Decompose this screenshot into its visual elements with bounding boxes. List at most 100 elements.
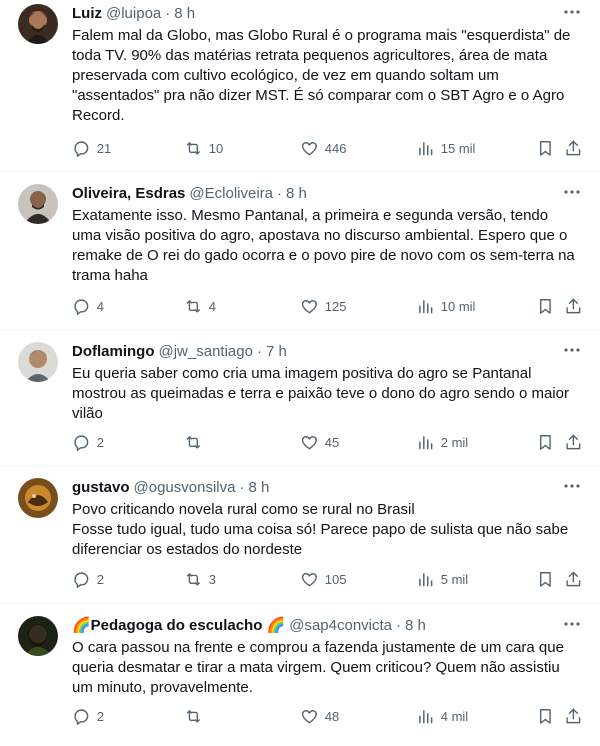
timestamp[interactable]: 8 h [248, 478, 269, 498]
avatar[interactable] [18, 4, 58, 44]
tweet[interactable]: Oliveira, Esdras @Ecloliveira · 8 h Exat… [0, 172, 600, 330]
timestamp[interactable]: 8 h [174, 4, 195, 24]
tweet-text: Exatamente isso. Mesmo Pantanal, a prime… [72, 207, 575, 284]
tweet[interactable]: 🌈Pedagoga do esculacho 🌈 @sap4convicta ·… [0, 604, 600, 746]
more-options-button[interactable] [560, 614, 584, 634]
share-icon [566, 708, 581, 723]
separator-dot: · [165, 5, 171, 22]
bookmark-button[interactable] [536, 433, 555, 452]
retweet-icon [186, 299, 200, 313]
avatar[interactable] [18, 616, 58, 656]
bookmark-button[interactable] [536, 297, 555, 316]
author-name[interactable]: gustavo [72, 478, 130, 498]
more-horizontal-icon [564, 10, 580, 14]
share-icon [566, 434, 581, 449]
heart-icon [301, 299, 317, 313]
author-handle[interactable]: @Ecloliveira [189, 184, 273, 204]
views-count: 15 mil [440, 140, 476, 156]
author-name[interactable]: Luiz [72, 4, 102, 24]
tweet-text: Povo criticando novela rural como se rur… [72, 501, 569, 558]
share-icon [566, 140, 581, 155]
separator-dot: · [239, 479, 245, 496]
more-options-button[interactable] [560, 182, 584, 202]
retweet-button[interactable] [184, 707, 209, 726]
more-options-button[interactable] [560, 340, 584, 360]
more-options-button[interactable] [560, 2, 584, 22]
avatar[interactable] [18, 184, 58, 224]
retweet-button[interactable] [184, 433, 209, 452]
like-count: 125 [324, 298, 347, 314]
bookmark-icon [539, 298, 551, 314]
author-name[interactable]: Oliveira, Esdras [72, 184, 185, 204]
separator-dot: · [256, 343, 262, 360]
share-button[interactable] [564, 707, 583, 726]
reply-button[interactable]: 21 [72, 139, 111, 158]
views-button[interactable]: 4 mil [416, 707, 468, 726]
like-count: 446 [324, 140, 347, 156]
like-button[interactable]: 446 [300, 139, 346, 158]
retweet-button[interactable]: 3 [184, 570, 216, 589]
bookmark-button[interactable] [536, 707, 555, 726]
more-horizontal-icon [564, 348, 580, 352]
reply-button[interactable]: 2 [72, 707, 104, 726]
more-options-button[interactable] [560, 476, 584, 496]
tweet-text: O cara passou na frente e comprou a faze… [72, 639, 564, 696]
tweet[interactable]: gustavo @ogusvonsilva · 8 h Povo critica… [0, 466, 600, 604]
more-horizontal-icon [564, 190, 580, 194]
tweet-header: Luiz @luipoa · 8 h [72, 4, 584, 24]
views-button[interactable]: 2 mil [416, 433, 468, 452]
views-count: 4 mil [440, 708, 469, 724]
tweet[interactable]: Doflamingo @jw_santiago · 7 h Eu queria … [0, 330, 600, 466]
share-button[interactable] [564, 297, 583, 316]
timestamp[interactable]: 8 h [405, 616, 426, 636]
author-handle[interactable]: @sap4convicta [289, 616, 392, 636]
tweet-header: Oliveira, Esdras @Ecloliveira · 8 h [72, 184, 584, 204]
like-count: 105 [324, 571, 347, 587]
author-handle[interactable]: @luipoa [106, 4, 161, 24]
tweet-actions: 4 4 125 10 mil [72, 294, 588, 318]
author-handle[interactable]: @ogusvonsilva [134, 478, 236, 498]
reply-button[interactable]: 4 [72, 297, 104, 316]
like-count: 48 [324, 708, 340, 724]
bookmark-button[interactable] [536, 139, 555, 158]
tweet-text: Eu queria saber como cria uma imagem pos… [72, 365, 569, 422]
like-button[interactable]: 125 [300, 297, 346, 316]
bookmark-icon [539, 708, 551, 724]
like-button[interactable]: 45 [300, 433, 339, 452]
views-chart-icon [419, 435, 433, 449]
views-count: 5 mil [440, 571, 469, 587]
retweet-button[interactable]: 4 [184, 297, 216, 316]
tweet-header: gustavo @ogusvonsilva · 8 h [72, 478, 584, 498]
timestamp[interactable]: 7 h [266, 342, 287, 362]
like-button[interactable]: 105 [300, 570, 346, 589]
avatar[interactable] [18, 478, 58, 518]
avatar[interactable] [18, 342, 58, 382]
more-horizontal-icon [564, 622, 580, 626]
views-button[interactable]: 10 mil [416, 297, 475, 316]
tweet-text: Falem mal da Globo, mas Globo Rural é o … [72, 27, 571, 124]
separator-dot: · [277, 185, 282, 202]
tweet[interactable]: Luiz @luipoa · 8 h Falem mal da Globo, m… [0, 0, 600, 172]
share-button[interactable] [564, 139, 583, 158]
tweet-actions: 2 3 105 5 mil [72, 567, 588, 591]
retweet-icon [186, 572, 200, 586]
heart-icon [301, 435, 317, 449]
retweet-button[interactable]: 10 [184, 139, 223, 158]
like-count: 45 [324, 434, 340, 450]
share-button[interactable] [564, 433, 583, 452]
views-button[interactable]: 5 mil [416, 570, 468, 589]
views-button[interactable]: 15 mil [416, 139, 475, 158]
author-name[interactable]: Doflamingo [72, 342, 155, 362]
reply-button[interactable]: 2 [72, 433, 104, 452]
like-button[interactable]: 48 [300, 707, 339, 726]
author-name[interactable]: 🌈Pedagoga do esculacho 🌈 [72, 616, 285, 636]
bookmark-button[interactable] [536, 570, 555, 589]
tweet-header: Doflamingo @jw_santiago · 7 h [72, 342, 584, 362]
timestamp[interactable]: 8 h [286, 184, 307, 204]
views-count: 10 mil [440, 298, 476, 314]
reply-button[interactable]: 2 [72, 570, 104, 589]
tweet-actions: 21 10 446 15 mil [72, 136, 588, 160]
author-handle[interactable]: @jw_santiago [159, 342, 253, 362]
tweet-header: 🌈Pedagoga do esculacho 🌈 @sap4convicta ·… [72, 616, 584, 636]
share-button[interactable] [564, 570, 583, 589]
